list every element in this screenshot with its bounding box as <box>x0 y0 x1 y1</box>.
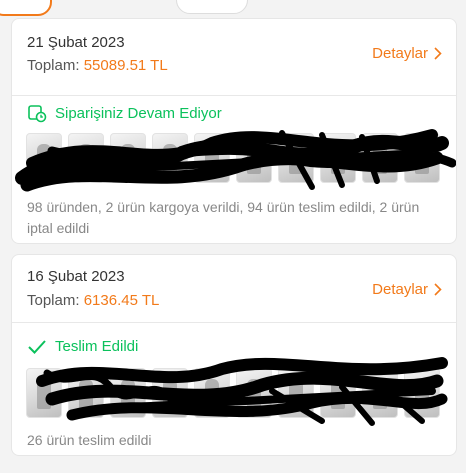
chevron-right-icon <box>434 47 442 60</box>
total-label: Toplam: <box>27 292 80 309</box>
details-button[interactable]: Detaylar <box>372 281 442 298</box>
chevron-right-icon <box>434 283 442 296</box>
redaction-scribble <box>15 129 456 192</box>
order-card: 21 Şubat 2023 Toplam: 55089.51 TL Detayl… <box>11 18 457 244</box>
redaction-scribble <box>36 357 448 426</box>
order-date: 16 Şubat 2023 <box>27 268 125 285</box>
filter-tab[interactable] <box>176 0 248 14</box>
order-status: Siparişiniz Devam Ediyor <box>27 103 222 123</box>
order-header: 21 Şubat 2023 Toplam: 55089.51 TL Detayl… <box>12 19 456 96</box>
order-summary: 98 üründen, 2 ürün kargoya verildi, 94 ü… <box>27 199 420 236</box>
clock-box-icon <box>28 105 47 123</box>
details-label: Detaylar <box>372 281 428 298</box>
order-total: Toplam: 55089.51 TL <box>27 57 168 74</box>
order-total: Toplam: 6136.45 TL <box>27 292 159 309</box>
active-filter-tab[interactable] <box>0 0 52 16</box>
status-text: Siparişiniz Devam Ediyor <box>55 104 222 122</box>
order-date: 21 Şubat 2023 <box>27 34 125 51</box>
details-button[interactable]: Detaylar <box>372 45 442 62</box>
order-header: 16 Şubat 2023 Toplam: 6136.45 TL Detayla… <box>12 255 456 323</box>
total-amount: 55089.51 TL <box>83 57 168 74</box>
total-label: Toplam: <box>27 57 80 74</box>
order-summary: 26 ürün teslim edildi <box>27 432 152 448</box>
total-amount: 6136.45 TL <box>83 292 160 309</box>
order-card: 16 Şubat 2023 Toplam: 6136.45 TL Detayla… <box>11 254 457 456</box>
details-label: Detaylar <box>372 45 428 62</box>
